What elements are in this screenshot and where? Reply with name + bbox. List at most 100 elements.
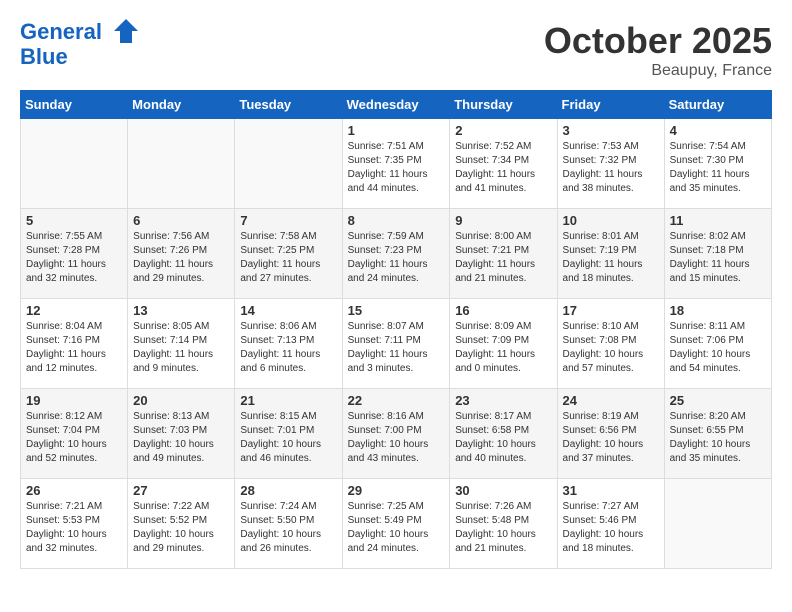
day-info: Sunrise: 8:00 AM Sunset: 7:21 PM Dayligh… xyxy=(455,230,551,286)
calendar-cell: 8Sunrise: 7:59 AM Sunset: 7:23 PM Daylig… xyxy=(342,209,450,299)
day-number: 6 xyxy=(133,213,229,228)
calendar-cell: 21 Sunrise: 8:15 AM Sunset: 7:01 PM Dayli… xyxy=(235,389,342,479)
title-block: October 2025 Beaupuy, France xyxy=(544,20,772,80)
day-info: Sunrise: 8:20 AM Sunset: 6:55 PM Dayligh… xyxy=(670,410,766,466)
day-info: Sunrise: 7:26 AM Sunset: 5:48 PM Dayligh… xyxy=(455,500,551,556)
calendar-cell xyxy=(664,479,771,569)
day-info: Sunrise: 8:02 AM Sunset: 7:18 PM Dayligh… xyxy=(670,230,766,286)
day-info: Sunrise: 8:09 AM Sunset: 7:09 PM Dayligh… xyxy=(455,320,551,376)
calendar-cell: 27Sunrise: 7:22 AM Sunset: 5:52 PM Dayli… xyxy=(128,479,235,569)
weekday-header-tuesday: Tuesday xyxy=(235,91,342,119)
logo-text: General xyxy=(20,20,140,45)
calendar-cell: 14 Sunrise: 8:06 AM Sunset: 7:13 PM Dayli… xyxy=(235,299,342,389)
day-info: Sunrise: 7:52 AM Sunset: 7:34 PM Dayligh… xyxy=(455,140,551,196)
calendar-cell: 3Sunrise: 7:53 AM Sunset: 7:32 PM Daylig… xyxy=(557,119,664,209)
location: Beaupuy, France xyxy=(544,62,772,80)
day-number: 29 xyxy=(348,483,445,498)
day-number: 22 xyxy=(348,393,445,408)
day-info: Sunrise: 8:06 AM Sunset: 7:13 PM Dayligh… xyxy=(240,320,336,376)
calendar-cell: 13Sunrise: 8:05 AM Sunset: 7:14 PM Dayli… xyxy=(128,299,235,389)
day-number: 10 xyxy=(563,213,659,228)
calendar-cell: 29Sunrise: 7:25 AM Sunset: 5:49 PM Dayli… xyxy=(342,479,450,569)
calendar-week-5: 26Sunrise: 7:21 AM Sunset: 5:53 PM Dayli… xyxy=(21,479,772,569)
calendar-cell: 10 Sunrise: 8:01 AM Sunset: 7:19 PM Dayli… xyxy=(557,209,664,299)
day-number: 23 xyxy=(455,393,551,408)
day-info: Sunrise: 7:54 AM Sunset: 7:30 PM Dayligh… xyxy=(670,140,766,196)
calendar-cell: 19 Sunrise: 8:12 AM Sunset: 7:04 PM Dayli… xyxy=(21,389,128,479)
calendar-table: SundayMondayTuesdayWednesdayThursdayFrid… xyxy=(20,90,772,569)
day-number: 24 xyxy=(563,393,659,408)
calendar-cell: 26Sunrise: 7:21 AM Sunset: 5:53 PM Dayli… xyxy=(21,479,128,569)
day-info: Sunrise: 8:07 AM Sunset: 7:11 PM Dayligh… xyxy=(348,320,445,376)
day-info: Sunrise: 7:56 AM Sunset: 7:26 PM Dayligh… xyxy=(133,230,229,286)
calendar-cell: 16 Sunrise: 8:09 AM Sunset: 7:09 PM Dayli… xyxy=(450,299,557,389)
day-info: Sunrise: 7:55 AM Sunset: 7:28 PM Dayligh… xyxy=(26,230,122,286)
day-info: Sunrise: 8:17 AM Sunset: 6:58 PM Dayligh… xyxy=(455,410,551,466)
day-number: 5 xyxy=(26,213,122,228)
day-number: 20 xyxy=(133,393,229,408)
calendar-cell: 22 Sunrise: 8:16 AM Sunset: 7:00 PM Dayli… xyxy=(342,389,450,479)
calendar-week-3: 12 Sunrise: 8:04 AM Sunset: 7:16 PM Dayli… xyxy=(21,299,772,389)
day-info: Sunrise: 8:11 AM Sunset: 7:06 PM Dayligh… xyxy=(670,320,766,376)
calendar-week-4: 19 Sunrise: 8:12 AM Sunset: 7:04 PM Dayli… xyxy=(21,389,772,479)
calendar-cell: 11 Sunrise: 8:02 AM Sunset: 7:18 PM Dayli… xyxy=(664,209,771,299)
day-number: 12 xyxy=(26,303,122,318)
calendar-week-1: 1 Sunrise: 7:51 AM Sunset: 7:35 PM Daylig… xyxy=(21,119,772,209)
calendar-cell: 28Sunrise: 7:24 AM Sunset: 5:50 PM Dayli… xyxy=(235,479,342,569)
day-info: Sunrise: 7:51 AM Sunset: 7:35 PM Dayligh… xyxy=(348,140,445,196)
calendar-cell: 25 Sunrise: 8:20 AM Sunset: 6:55 PM Dayli… xyxy=(664,389,771,479)
calendar-cell: 12 Sunrise: 8:04 AM Sunset: 7:16 PM Dayli… xyxy=(21,299,128,389)
day-info: Sunrise: 8:13 AM Sunset: 7:03 PM Dayligh… xyxy=(133,410,229,466)
calendar-cell: 1 Sunrise: 7:51 AM Sunset: 7:35 PM Daylig… xyxy=(342,119,450,209)
weekday-header-thursday: Thursday xyxy=(450,91,557,119)
day-info: Sunrise: 8:04 AM Sunset: 7:16 PM Dayligh… xyxy=(26,320,122,376)
calendar-cell: 2Sunrise: 7:52 AM Sunset: 7:34 PM Daylig… xyxy=(450,119,557,209)
calendar-week-2: 5 Sunrise: 7:55 AM Sunset: 7:28 PM Daylig… xyxy=(21,209,772,299)
calendar-cell: 5 Sunrise: 7:55 AM Sunset: 7:28 PM Daylig… xyxy=(21,209,128,299)
calendar-cell: 31Sunrise: 7:27 AM Sunset: 5:46 PM Dayli… xyxy=(557,479,664,569)
weekday-header-saturday: Saturday xyxy=(664,91,771,119)
calendar-cell: 17Sunrise: 8:10 AM Sunset: 7:08 PM Dayli… xyxy=(557,299,664,389)
day-number: 27 xyxy=(133,483,229,498)
day-number: 15 xyxy=(348,303,445,318)
day-info: Sunrise: 7:27 AM Sunset: 5:46 PM Dayligh… xyxy=(563,500,659,556)
weekday-header-sunday: Sunday xyxy=(21,91,128,119)
day-info: Sunrise: 8:15 AM Sunset: 7:01 PM Dayligh… xyxy=(240,410,336,466)
day-number: 1 xyxy=(348,123,445,138)
day-number: 16 xyxy=(455,303,551,318)
day-info: Sunrise: 7:58 AM Sunset: 7:25 PM Dayligh… xyxy=(240,230,336,286)
day-info: Sunrise: 8:12 AM Sunset: 7:04 PM Dayligh… xyxy=(26,410,122,466)
calendar-cell: 30 Sunrise: 7:26 AM Sunset: 5:48 PM Dayli… xyxy=(450,479,557,569)
day-info: Sunrise: 8:16 AM Sunset: 7:00 PM Dayligh… xyxy=(348,410,445,466)
day-number: 25 xyxy=(670,393,766,408)
day-info: Sunrise: 8:05 AM Sunset: 7:14 PM Dayligh… xyxy=(133,320,229,376)
day-number: 30 xyxy=(455,483,551,498)
month-title: October 2025 xyxy=(544,20,772,62)
day-info: Sunrise: 7:21 AM Sunset: 5:53 PM Dayligh… xyxy=(26,500,122,556)
calendar-cell: 7Sunrise: 7:58 AM Sunset: 7:25 PM Daylig… xyxy=(235,209,342,299)
day-info: Sunrise: 8:01 AM Sunset: 7:19 PM Dayligh… xyxy=(563,230,659,286)
day-number: 4 xyxy=(670,123,766,138)
weekday-header-row: SundayMondayTuesdayWednesdayThursdayFrid… xyxy=(21,91,772,119)
day-number: 21 xyxy=(240,393,336,408)
weekday-header-friday: Friday xyxy=(557,91,664,119)
day-number: 8 xyxy=(348,213,445,228)
calendar-cell: 15 Sunrise: 8:07 AM Sunset: 7:11 PM Dayli… xyxy=(342,299,450,389)
calendar-cell: 23 Sunrise: 8:17 AM Sunset: 6:58 PM Dayli… xyxy=(450,389,557,479)
day-number: 9 xyxy=(455,213,551,228)
calendar-cell: 4 Sunrise: 7:54 AM Sunset: 7:30 PM Daylig… xyxy=(664,119,771,209)
calendar-cell xyxy=(128,119,235,209)
day-info: Sunrise: 8:19 AM Sunset: 6:56 PM Dayligh… xyxy=(563,410,659,466)
day-number: 11 xyxy=(670,213,766,228)
day-number: 19 xyxy=(26,393,122,408)
logo-text-blue: Blue xyxy=(20,45,140,69)
day-info: Sunrise: 7:53 AM Sunset: 7:32 PM Dayligh… xyxy=(563,140,659,196)
day-number: 18 xyxy=(670,303,766,318)
day-info: Sunrise: 8:10 AM Sunset: 7:08 PM Dayligh… xyxy=(563,320,659,376)
page-header: General Blue October 2025 Beaupuy, Franc… xyxy=(20,20,772,80)
calendar-cell: 6 Sunrise: 7:56 AM Sunset: 7:26 PM Daylig… xyxy=(128,209,235,299)
weekday-header-wednesday: Wednesday xyxy=(342,91,450,119)
day-number: 28 xyxy=(240,483,336,498)
day-number: 14 xyxy=(240,303,336,318)
calendar-cell: 20 Sunrise: 8:13 AM Sunset: 7:03 PM Dayli… xyxy=(128,389,235,479)
